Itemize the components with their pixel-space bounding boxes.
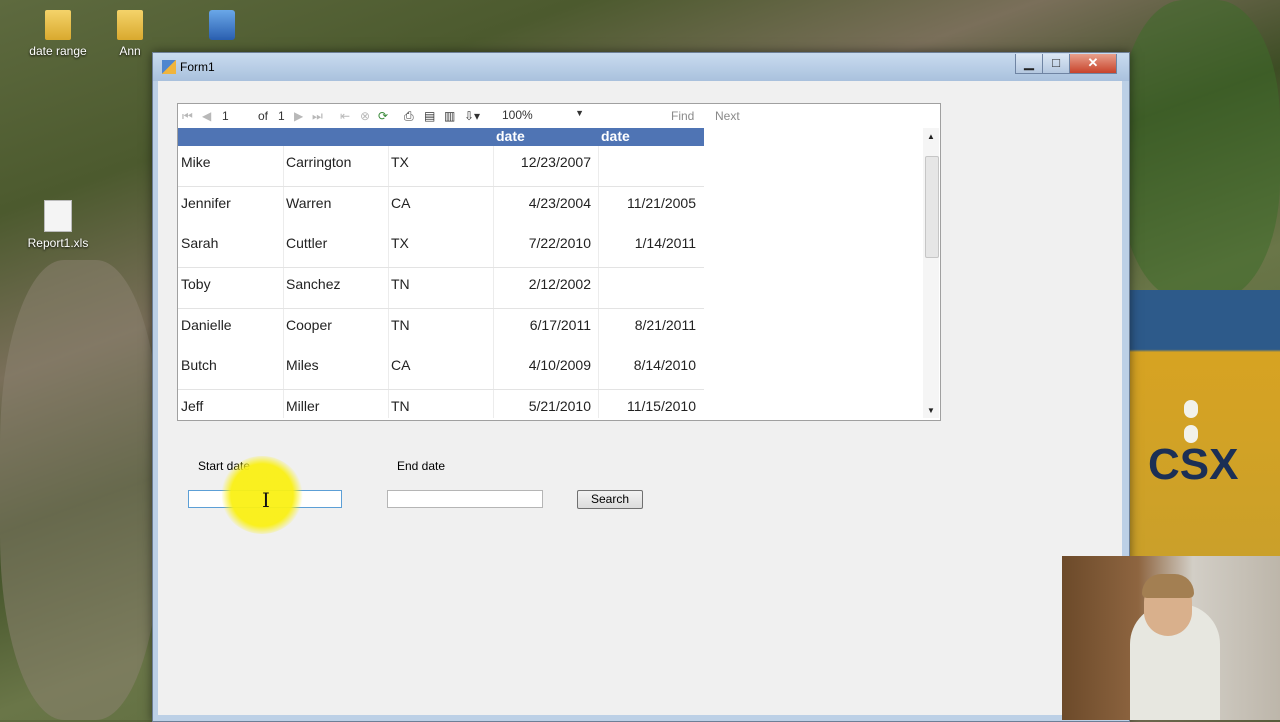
state-cell: CA bbox=[391, 195, 411, 211]
search-button[interactable]: Search bbox=[577, 490, 643, 509]
first-page-icon[interactable]: ⏮ bbox=[182, 109, 193, 124]
zoom-value: 100% bbox=[502, 108, 533, 122]
folder-icon bbox=[45, 10, 71, 40]
end-date-label: End date bbox=[397, 459, 446, 473]
form1-window: Form1 ▁ □ ✕ ⏮ ◀ 1 of 1 ▶ ⏭ ⇤ ⊗ ⟳ ⎙ ▤ ▥ ⇩… bbox=[152, 52, 1130, 722]
app-icon bbox=[162, 60, 176, 74]
close-button[interactable]: ✕ bbox=[1069, 54, 1117, 74]
page-of-label: of bbox=[258, 109, 269, 123]
first-name-cell: Sarah bbox=[181, 235, 219, 251]
print-icon[interactable]: ⎙ bbox=[404, 109, 414, 124]
header-cell: date bbox=[601, 128, 630, 144]
current-page-field[interactable]: 1 bbox=[222, 109, 229, 123]
presenter-hair bbox=[1142, 574, 1194, 598]
date-cell: 4/10/2009 bbox=[528, 357, 591, 373]
page-setup-icon[interactable]: ▥ bbox=[444, 109, 455, 123]
maximize-button[interactable]: □ bbox=[1042, 54, 1070, 74]
last-name-cell: Miles bbox=[286, 357, 319, 373]
zoom-select[interactable]: 100% ▼ bbox=[502, 108, 584, 124]
previous-page-icon[interactable]: ◀ bbox=[202, 109, 211, 123]
first-name-cell: Jennifer bbox=[181, 195, 231, 211]
table-row: Toby Sanchez TN 2/12/2002 bbox=[178, 268, 704, 308]
date-cell: 4/23/2004 bbox=[528, 195, 591, 211]
webcam-overlay bbox=[1062, 556, 1280, 720]
last-name-cell: Cooper bbox=[286, 317, 332, 333]
last-name-cell: Carrington bbox=[286, 154, 352, 170]
date-cell: 7/22/2010 bbox=[528, 235, 591, 251]
state-cell: TN bbox=[391, 317, 410, 333]
report-toolbar: ⏮ ◀ 1 of 1 ▶ ⏭ ⇤ ⊗ ⟳ ⎙ ▤ ▥ ⇩▾ 100% ▼ Fin… bbox=[178, 104, 940, 128]
report-header-row: date date bbox=[178, 128, 704, 146]
chevron-down-icon: ▼ bbox=[575, 108, 584, 118]
table-row: Jeff Miller TN 5/21/2010 11/15/2010 bbox=[178, 390, 704, 418]
date-cell: 8/14/2010 bbox=[633, 357, 696, 373]
last-name-cell: Sanchez bbox=[286, 276, 341, 292]
table-row: Jennifer Warren CA 4/23/2004 11/21/2005 bbox=[178, 187, 704, 227]
window-client-area: ⏮ ◀ 1 of 1 ▶ ⏭ ⇤ ⊗ ⟳ ⎙ ▤ ▥ ⇩▾ 100% ▼ Fin… bbox=[158, 81, 1122, 715]
scrollbar-thumb[interactable] bbox=[925, 156, 939, 258]
report-viewer: ⏮ ◀ 1 of 1 ▶ ⏭ ⇤ ⊗ ⟳ ⎙ ▤ ▥ ⇩▾ 100% ▼ Fin… bbox=[177, 103, 941, 421]
refresh-icon[interactable]: ⟳ bbox=[378, 109, 388, 123]
first-name-cell: Jeff bbox=[181, 398, 204, 414]
background-train: CSX bbox=[1130, 290, 1280, 560]
last-name-cell: Warren bbox=[286, 195, 332, 211]
state-cell: TX bbox=[391, 154, 409, 170]
window-titlebar[interactable]: Form1 ▁ □ ✕ bbox=[153, 53, 1129, 81]
state-cell: TX bbox=[391, 235, 409, 251]
desktop-icon-app[interactable] bbox=[182, 10, 262, 44]
state-cell: TN bbox=[391, 276, 410, 292]
next-link[interactable]: Next bbox=[715, 109, 740, 123]
date-cell: 5/21/2010 bbox=[528, 398, 591, 414]
date-cell: 12/23/2007 bbox=[520, 154, 591, 170]
desktop-icon-label: date range bbox=[29, 44, 87, 58]
date-cell: 2/12/2002 bbox=[528, 276, 591, 292]
header-cell: date bbox=[496, 128, 525, 144]
first-name-cell: Danielle bbox=[181, 317, 232, 333]
page-total-label: 1 bbox=[278, 109, 285, 123]
table-row: Sarah Cuttler TX 7/22/2010 1/14/2011 bbox=[178, 227, 704, 267]
text-cursor-icon: I bbox=[262, 488, 270, 512]
table-row: Danielle Cooper TN 6/17/2011 8/21/2011 bbox=[178, 309, 704, 349]
desktop-icon-label: Ann bbox=[119, 44, 141, 58]
state-cell: CA bbox=[391, 357, 411, 373]
minimize-button[interactable]: ▁ bbox=[1015, 54, 1043, 74]
report-body: date date Mike Carrington TX 12/23/2007 … bbox=[178, 128, 923, 418]
scroll-down-icon[interactable]: ▼ bbox=[927, 406, 935, 415]
first-name-cell: Butch bbox=[181, 357, 217, 373]
background-rock bbox=[0, 260, 160, 720]
state-cell: TN bbox=[391, 398, 410, 414]
background-foliage bbox=[1120, 0, 1280, 300]
last-name-cell: Miller bbox=[286, 398, 320, 414]
desktop-icon-date-range[interactable]: date range bbox=[18, 10, 98, 58]
date-cell: 11/15/2010 bbox=[626, 398, 696, 414]
export-icon[interactable]: ⇩▾ bbox=[464, 109, 480, 123]
last-page-icon[interactable]: ⏭ bbox=[312, 109, 323, 124]
back-icon[interactable]: ⇤ bbox=[340, 109, 350, 123]
stop-icon[interactable]: ⊗ bbox=[360, 109, 370, 123]
table-row: Mike Carrington TX 12/23/2007 bbox=[178, 146, 704, 186]
print-layout-icon[interactable]: ▤ bbox=[424, 109, 435, 123]
end-date-input[interactable] bbox=[387, 490, 543, 508]
window-title: Form1 bbox=[180, 60, 215, 74]
train-logo: CSX bbox=[1148, 440, 1239, 489]
desktop-icon-ann[interactable]: Ann bbox=[100, 10, 160, 58]
date-cell: 8/21/2011 bbox=[634, 317, 696, 333]
document-icon bbox=[44, 200, 72, 232]
date-cell: 6/17/2011 bbox=[529, 317, 591, 333]
find-link[interactable]: Find bbox=[671, 109, 694, 123]
vertical-scrollbar[interactable]: ▲ ▼ bbox=[923, 128, 939, 418]
desktop-icon-label: Report1.xls bbox=[27, 236, 89, 250]
date-cell: 11/21/2005 bbox=[626, 195, 696, 211]
first-name-cell: Toby bbox=[181, 276, 211, 292]
date-cell: 1/14/2011 bbox=[634, 235, 696, 251]
train-lamp bbox=[1184, 400, 1198, 418]
table-row: Butch Miles CA 4/10/2009 8/14/2010 bbox=[178, 349, 704, 389]
desktop-icon-report1[interactable]: Report1.xls bbox=[18, 200, 98, 250]
last-name-cell: Cuttler bbox=[286, 235, 328, 251]
next-page-icon[interactable]: ▶ bbox=[294, 109, 303, 123]
folder-icon bbox=[117, 10, 143, 40]
application-icon bbox=[209, 10, 235, 40]
scroll-up-icon[interactable]: ▲ bbox=[927, 132, 935, 141]
first-name-cell: Mike bbox=[181, 154, 211, 170]
